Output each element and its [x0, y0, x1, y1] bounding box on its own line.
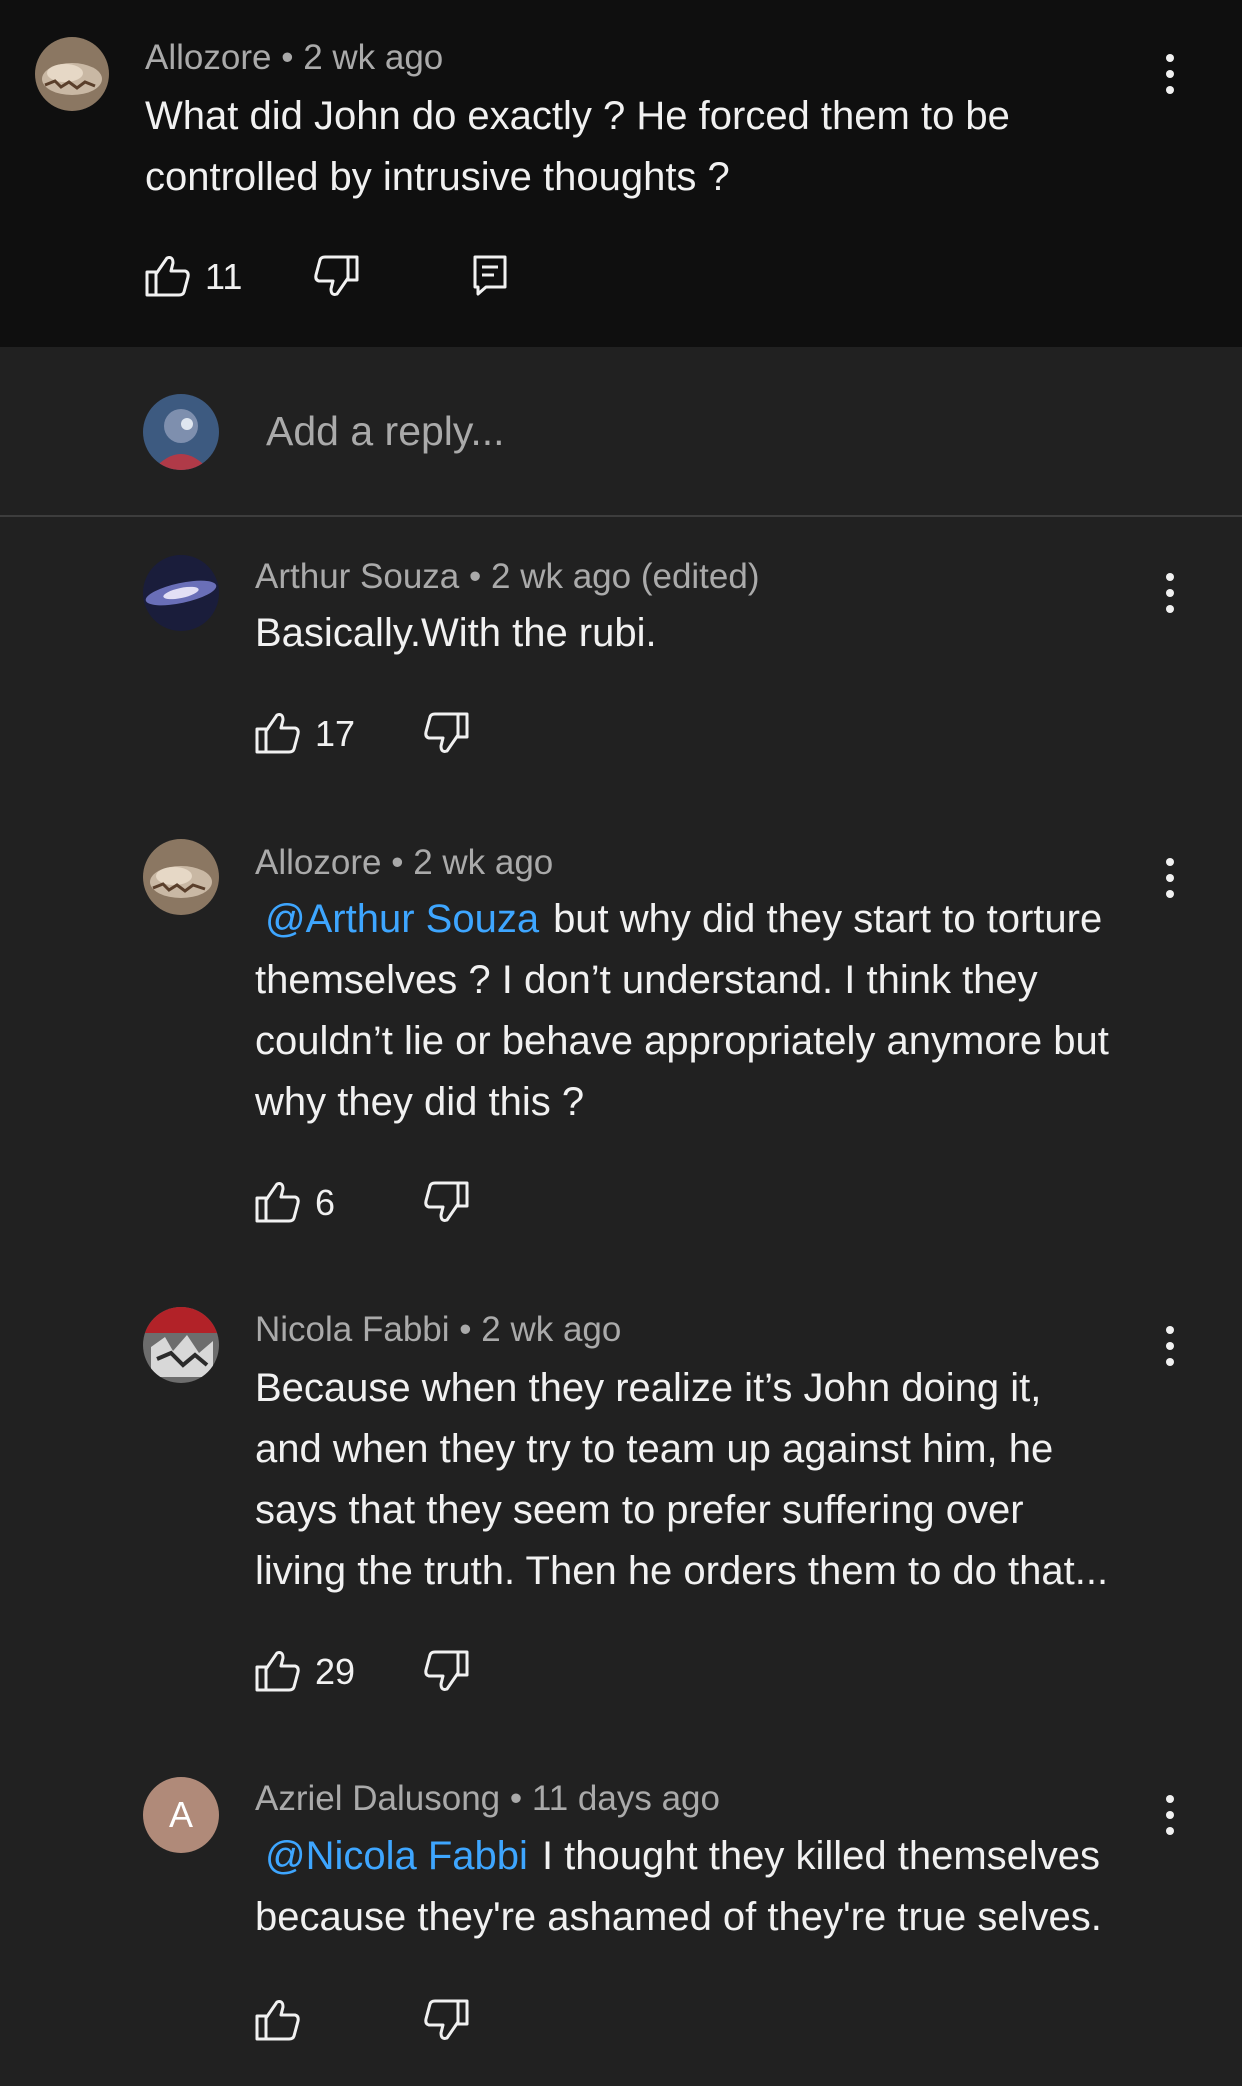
reply-author[interactable]: Allozore: [255, 843, 381, 882]
mention-link[interactable]: @Nicola Fabbi: [265, 1834, 528, 1878]
like-button[interactable]: [255, 1994, 305, 2046]
reply-time: 2 wk ago: [413, 843, 554, 882]
reply-text-line: @Nicola Fabbi I thought they killed thems…: [255, 1826, 1102, 1887]
dislike-icon: [424, 712, 469, 753]
reply-text: Because when they realize it’s John doin…: [255, 1358, 1108, 1602]
reply-meta: Nicola Fabbi • 2 wk ago: [255, 1310, 621, 1350]
like-button[interactable]: 29: [255, 1645, 355, 1697]
avatar-allozore[interactable]: [35, 37, 109, 111]
more-vert-icon[interactable]: [1160, 856, 1180, 900]
meta-separator: •: [281, 38, 294, 77]
reply-button[interactable]: [472, 254, 508, 306]
more-vert-icon[interactable]: [1160, 1324, 1180, 1368]
dislike-button[interactable]: [423, 1649, 473, 1701]
dislike-icon: [314, 255, 359, 296]
avatar-azriel-dalusong[interactable]: A: [143, 1777, 219, 1853]
reply-author[interactable]: Nicola Fabbi: [255, 1310, 450, 1349]
reply-text-fragment: I thought they killed themselves: [541, 1834, 1101, 1878]
reply-icon: [473, 255, 507, 296]
reply-text-line: @Arthur Souza but why did they start to t…: [245, 889, 1109, 950]
comment-text-line: What did John do exactly ? He forced the…: [145, 94, 1010, 138]
like-icon: [145, 256, 190, 297]
reply-text: Basically.With the rubi.: [255, 603, 657, 664]
like-button[interactable]: 6: [255, 1176, 355, 1228]
avatar-nicola-fabbi[interactable]: [143, 1307, 219, 1383]
more-vert-icon[interactable]: [1160, 1793, 1180, 1837]
meta-separator: •: [469, 557, 482, 596]
reply-text-line: living the truth. Then he orders them to…: [255, 1549, 1109, 1593]
more-vert-icon[interactable]: [1160, 52, 1180, 96]
add-reply-input[interactable]: Add a reply...: [266, 408, 505, 455]
avatar-letter: A: [168, 1794, 193, 1835]
comment-author[interactable]: Allozore: [145, 38, 271, 77]
reply-text-fragment: but why did they start to torture: [553, 897, 1103, 941]
reply-text-line: why they did this ?: [255, 1080, 585, 1124]
current-user-avatar: [143, 394, 219, 470]
dislike-icon: [424, 1650, 469, 1691]
comment-text: What did John do exactly ? He forced the…: [145, 86, 1010, 208]
like-icon: [255, 1182, 300, 1223]
dislike-icon: [424, 1181, 469, 1222]
more-vert-icon[interactable]: [1160, 571, 1180, 615]
like-count: 11: [205, 256, 243, 297]
comment-text-line: controlled by intrusive thoughts ?: [145, 155, 730, 199]
reply-time: 11 days ago: [531, 1779, 720, 1818]
meta-separator: •: [509, 1779, 523, 1818]
avatar-allozore[interactable]: [143, 839, 219, 915]
mention-link[interactable]: @Arthur Souza: [265, 897, 539, 941]
reply-meta: Allozore • 2 wk ago: [255, 843, 553, 883]
reply-time: 2 wk ago: [481, 1310, 622, 1349]
reply-text-line: Because when they realize it’s John doin…: [255, 1366, 1042, 1410]
like-count: 6: [315, 1182, 336, 1223]
like-icon: [255, 713, 300, 754]
like-button[interactable]: 11: [145, 250, 245, 302]
reply-text: @Nicola Fabbi I thought they killed thems…: [255, 1826, 1102, 1948]
reply-author[interactable]: Azriel Dalusong: [255, 1779, 500, 1818]
comment-meta: Allozore • 2 wk ago: [145, 38, 443, 78]
like-icon: [255, 2000, 300, 2041]
like-icon: [255, 1651, 300, 1692]
reply-text-line: because they're ashamed of they're true …: [255, 1895, 1102, 1939]
reply-text-line: says that they seem to prefer suffering …: [255, 1488, 1024, 1532]
avatar-arthur-souza[interactable]: [143, 555, 219, 631]
dislike-button[interactable]: [423, 711, 473, 763]
reply-text-line: and when they try to team up against him…: [255, 1427, 1054, 1471]
dislike-button[interactable]: [423, 1998, 473, 2050]
like-count: 17: [315, 713, 356, 754]
reply-text-line: themselves ? I don’t understand. I think…: [255, 958, 1038, 1002]
dislike-button[interactable]: [313, 254, 363, 306]
dislike-icon: [424, 1999, 469, 2040]
reply-time: 2 wk ago (edited): [491, 557, 760, 596]
like-button[interactable]: 17: [255, 707, 355, 759]
reply-text: @Arthur Souza but why did they start to t…: [255, 889, 1109, 1133]
reply-text-line: Basically.With the rubi.: [255, 611, 657, 655]
reply-text-line: couldn’t lie or behave appropriately any…: [255, 1019, 1109, 1063]
meta-separator: •: [391, 843, 404, 882]
dislike-button[interactable]: [423, 1180, 473, 1232]
comment-time: 2 wk ago: [303, 38, 444, 77]
reply-meta: Azriel Dalusong • 11 days ago: [255, 1779, 720, 1819]
reply-meta: Arthur Souza • 2 wk ago (edited): [255, 557, 760, 597]
like-count: 29: [315, 1651, 356, 1692]
reply-author[interactable]: Arthur Souza: [255, 557, 459, 596]
meta-separator: •: [459, 1310, 472, 1349]
